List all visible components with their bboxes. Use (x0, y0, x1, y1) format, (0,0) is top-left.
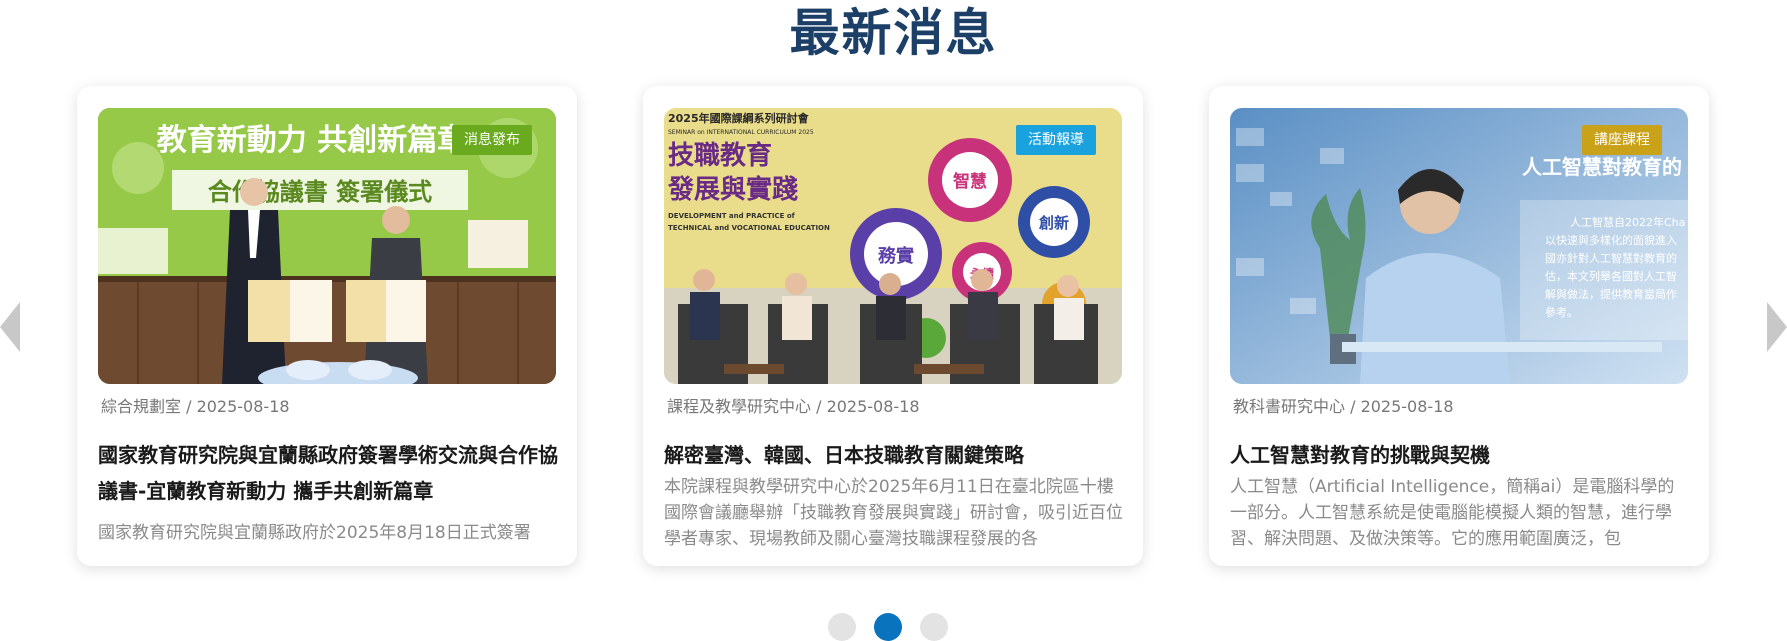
news-excerpt: 國家教育研究院與宜蘭縣政府於2025年8月18日正式簽署 (98, 523, 531, 543)
news-meta: 教科書研究中心 / 2025-08-18 (1233, 397, 1454, 416)
carousel-next-button[interactable] (1765, 302, 1787, 352)
seminar-name-en: SEMINAR on INTERNATIONAL CURRICULUM 2025 (668, 129, 814, 136)
carousel-pagination (828, 613, 958, 641)
chevron-left-icon (0, 302, 20, 352)
seminar-en-2: TECHNICAL and VOCATIONAL EDUCATION (668, 224, 830, 232)
seminar-name: 2025年國際課綱系列研討會 (668, 111, 810, 125)
seminar-en-1: DEVELOPMENT and PRACTICE of (668, 212, 796, 220)
ai-body-line: 解與做法，提供教育當局作 (1545, 287, 1677, 301)
news-excerpt: 本院課程與教學研究中心於2025年6月11日在臺北院區十樓國際會議廳舉辦「技職教… (664, 477, 1123, 549)
section-title: 最新消息 (789, 4, 998, 62)
ai-heading: 人工智慧對教育的 (1522, 155, 1682, 179)
news-card[interactable]: 人工智慧對教育的 人工智慧自2022年Cha 以快速與多樣化的面貌進入 國亦針對… (1209, 86, 1709, 566)
news-thumbnail: 人工智慧對教育的 人工智慧自2022年Cha 以快速與多樣化的面貌進入 國亦針對… (1230, 108, 1688, 384)
seminar-title-2: 發展與實踐 (667, 174, 798, 205)
pagination-dot[interactable] (828, 613, 856, 641)
seminar-title-1: 技職教育 (668, 140, 772, 171)
news-title[interactable]: 人工智慧對教育的挑戰與契機 (1230, 437, 1690, 473)
news-meta: 課程及教學研究中心 / 2025-08-18 (667, 397, 920, 416)
ai-body-line: 參考。 (1545, 305, 1578, 319)
gear-label-2: 智慧 (953, 171, 987, 192)
ai-body-line: 以快速與多樣化的面貌進入 (1545, 233, 1677, 247)
news-thumbnail: 2025年國際課綱系列研討會 SEMINAR on INTERNATIONAL … (664, 108, 1122, 384)
category-badge: 消息發布 (452, 125, 532, 155)
category-badge: 活動報導 (1016, 125, 1096, 155)
category-badge: 講座課程 (1582, 125, 1662, 155)
banner-line1: 教育新動力 共創新篇章 (157, 123, 467, 158)
gear-label-1: 務實 (878, 245, 914, 267)
ai-body-line: 估，本文列舉各國對人工智 (1545, 269, 1677, 283)
news-card[interactable]: 教育新動力 共創新篇章 合作協議書 簽署儀式 消息發布 綜合規劃室 / 2025… (77, 86, 577, 566)
news-thumbnail: 教育新動力 共創新篇章 合作協議書 簽署儀式 消息發布 (98, 108, 556, 384)
news-meta: 綜合規劃室 / 2025-08-18 (101, 397, 290, 416)
news-excerpt: 人工智慧（Artificial Intelligence，簡稱ai）是電腦科學的… (1230, 477, 1675, 549)
pagination-dot[interactable] (920, 613, 948, 641)
chevron-right-icon (1767, 302, 1787, 352)
news-card[interactable]: 2025年國際課綱系列研討會 SEMINAR on INTERNATIONAL … (643, 86, 1143, 566)
ai-body-line: 國亦針對人工智慧對教育的 (1545, 251, 1677, 265)
pagination-dot[interactable] (874, 613, 902, 641)
news-title[interactable]: 解密臺灣、韓國、日本技職教育關鍵策略 (664, 437, 1124, 473)
news-title[interactable]: 國家教育研究院與宜蘭縣政府簽署學術交流與合作協議書-宜蘭教育新動力 攜手共創新篇… (98, 437, 558, 509)
carousel-prev-button[interactable] (0, 302, 22, 352)
ai-body-line: 人工智慧自2022年Cha (1570, 215, 1685, 229)
gear-label-3: 創新 (1038, 214, 1069, 232)
